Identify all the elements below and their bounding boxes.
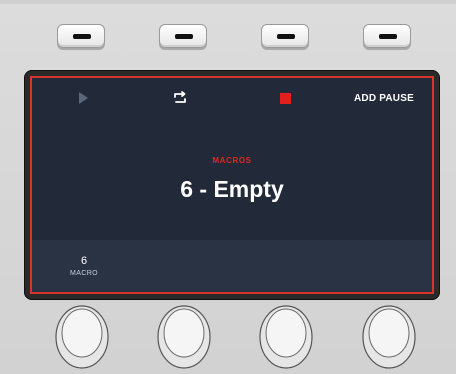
macro-number-label: MACRO bbox=[69, 270, 99, 277]
soft-button-indicator bbox=[277, 34, 295, 39]
panel-edge bbox=[0, 0, 456, 4]
soft-button-2[interactable] bbox=[159, 24, 207, 48]
lcd-screen: ADD PAUSE MACROS 6 - Empty 6 MACRO bbox=[30, 76, 434, 294]
knob-4[interactable] bbox=[361, 304, 417, 370]
soft-button-indicator bbox=[73, 34, 91, 39]
loop-icon[interactable] bbox=[172, 90, 188, 106]
soft-button-1[interactable] bbox=[57, 24, 105, 48]
knob-3[interactable] bbox=[258, 304, 314, 370]
soft-button-indicator bbox=[379, 34, 397, 39]
add-pause-button[interactable]: ADD PAUSE bbox=[354, 93, 414, 104]
soft-button-indicator bbox=[175, 34, 193, 39]
section-label: MACROS bbox=[212, 156, 252, 165]
macro-name: 6 - Empty bbox=[180, 176, 284, 202]
play-icon[interactable] bbox=[79, 92, 88, 104]
status-bar: ADD PAUSE bbox=[32, 78, 432, 118]
knob-1[interactable] bbox=[54, 304, 110, 370]
stop-icon[interactable] bbox=[280, 93, 291, 104]
parameter-strip: 6 MACRO bbox=[32, 240, 432, 292]
macro-number-value: 6 bbox=[80, 255, 88, 267]
knob-2[interactable] bbox=[156, 304, 212, 370]
control-panel: ADD PAUSE MACROS 6 - Empty 6 MACRO bbox=[0, 0, 456, 374]
soft-button-4[interactable] bbox=[363, 24, 411, 48]
soft-button-3[interactable] bbox=[261, 24, 309, 48]
